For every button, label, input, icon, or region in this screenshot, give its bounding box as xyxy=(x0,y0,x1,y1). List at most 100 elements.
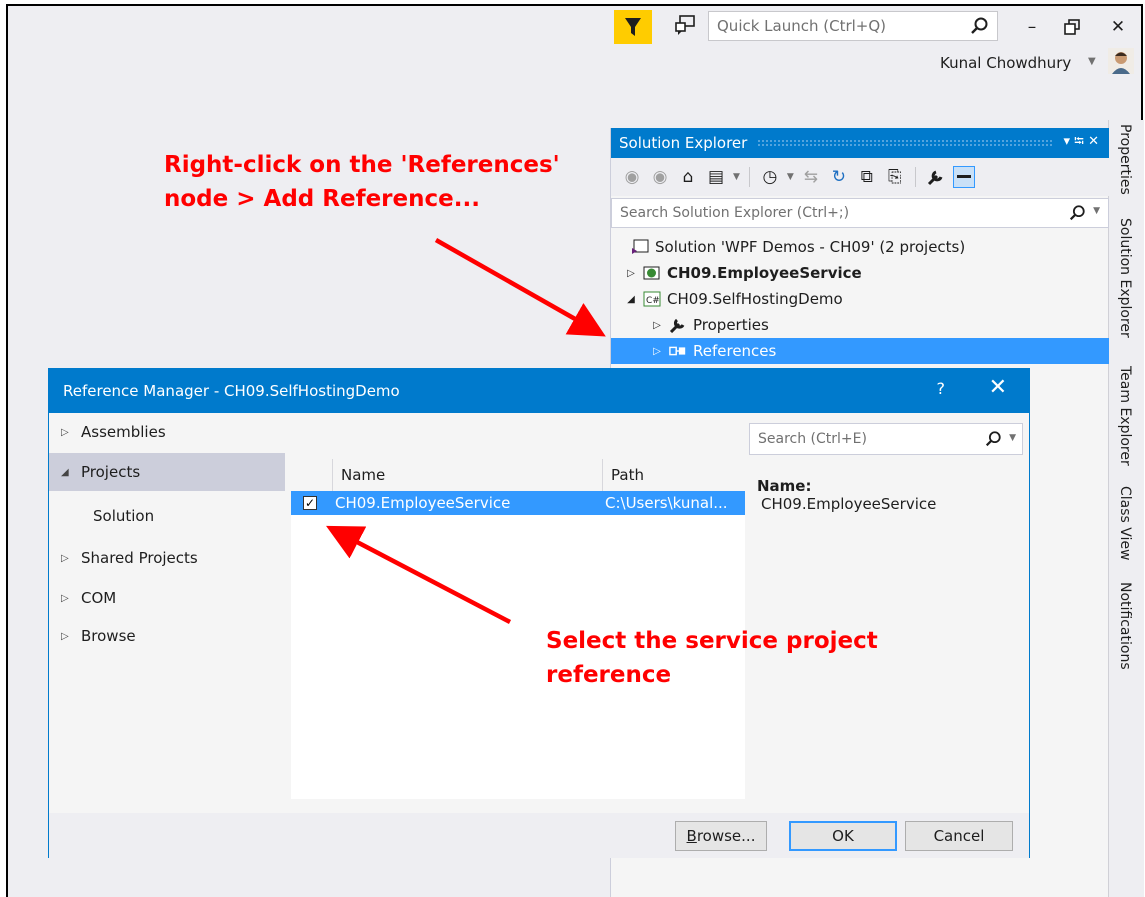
reference-detail: Name: CH09.EmployeeService xyxy=(757,477,936,513)
switch-views-icon[interactable]: ▤ xyxy=(705,166,727,188)
annotation-right-click: Right-click on the 'References' node > A… xyxy=(164,148,560,216)
toolbar-divider xyxy=(748,167,750,187)
expand-arrow-icon: ▷ xyxy=(61,552,69,564)
panel-window-controls[interactable]: ▾ ⭾ ✕ xyxy=(1064,132,1100,154)
close-window-button[interactable]: ✕ xyxy=(1098,10,1138,44)
quick-launch-input[interactable]: Quick Launch (Ctrl+Q) xyxy=(708,11,998,41)
solution-icon xyxy=(631,239,649,255)
nav-label: Browse xyxy=(81,627,136,645)
search-icon xyxy=(971,17,988,34)
checkbox-column-header xyxy=(291,459,333,491)
reference-checkbox[interactable]: ✓ xyxy=(303,496,317,510)
collapse-arrow-icon: ◢ xyxy=(61,466,69,478)
pending-changes-filter-icon[interactable]: ◷ xyxy=(759,166,781,188)
show-all-files-icon[interactable]: ⎘ xyxy=(884,166,906,188)
cancel-button[interactable]: Cancel xyxy=(905,821,1013,851)
tree-item-label: References xyxy=(693,342,777,360)
tree-item-label: Properties xyxy=(693,316,769,334)
nav-label: Projects xyxy=(81,463,141,481)
tree-item-label: Solution 'WPF Demos - CH09' (2 projects) xyxy=(655,238,966,256)
home-icon[interactable]: ⌂ xyxy=(677,166,699,188)
feedback-filter-button[interactable] xyxy=(614,10,652,44)
solution-explorer-search[interactable]: Search Solution Explorer (Ctrl+;) ▼ xyxy=(611,198,1109,228)
nav-solution[interactable]: Solution xyxy=(49,497,285,535)
nav-browse[interactable]: ▷ Browse xyxy=(49,617,285,655)
reference-search-input[interactable]: Search (Ctrl+E) ▼ xyxy=(749,423,1023,455)
expand-arrow-icon[interactable]: ▷ xyxy=(625,268,637,279)
dialog-title-bar: Reference Manager - CH09.SelfHostingDemo xyxy=(49,369,1029,413)
browse-label: rowse... xyxy=(696,827,756,845)
nav-label: Assemblies xyxy=(81,423,166,441)
dialog-title: Reference Manager - CH09.SelfHostingDemo xyxy=(63,382,400,400)
column-name[interactable]: Name xyxy=(333,459,603,491)
sync-icon[interactable]: ⇆ xyxy=(800,166,822,188)
tree-item-self-hosting-demo[interactable]: ◢ C# CH09.SelfHostingDemo xyxy=(611,286,1109,312)
chevron-down-icon[interactable]: ▼ xyxy=(787,172,794,182)
dialog-nav: ▷ Assemblies ◢ Projects Solution ▷ Share… xyxy=(49,413,285,813)
chevron-down-icon[interactable]: ▼ xyxy=(1009,433,1016,443)
search-placeholder: Search Solution Explorer (Ctrl+;) xyxy=(620,205,850,221)
tab-solution-explorer[interactable]: Solution Explorer xyxy=(1117,218,1133,338)
expand-arrow-icon[interactable]: ▷ xyxy=(651,320,663,331)
restore-button[interactable] xyxy=(1052,10,1092,44)
detail-label: Name: xyxy=(757,477,812,495)
row-name: CH09.EmployeeService xyxy=(335,494,511,512)
restore-icon xyxy=(1064,19,1080,35)
tree-item-label: CH09.SelfHostingDemo xyxy=(667,290,843,308)
chevron-down-icon[interactable]: ▼ xyxy=(1093,206,1100,216)
chevron-down-icon[interactable]: ▼ xyxy=(733,172,740,182)
tab-team-explorer[interactable]: Team Explorer xyxy=(1117,366,1133,466)
tab-notifications[interactable]: Notifications xyxy=(1117,582,1133,670)
properties-wrench-icon[interactable] xyxy=(925,166,947,188)
solution-explorer-toolbar: ◉ ◉ ⌂ ▤ ▼ ◷ ▼ ⇆ ↻ ⧉ ⎘ xyxy=(611,158,1109,196)
user-name[interactable]: Kunal Chowdhury xyxy=(940,54,1071,72)
expand-arrow-icon[interactable]: ▷ xyxy=(651,346,663,357)
annotation-line: Select the service project xyxy=(546,628,878,654)
solution-tree: Solution 'WPF Demos - CH09' (2 projects)… xyxy=(611,234,1109,364)
annotation-select-reference: Select the service project reference xyxy=(546,624,878,692)
back-icon[interactable]: ◉ xyxy=(621,166,643,188)
annotation-line: reference xyxy=(546,662,672,688)
help-button[interactable]: ? xyxy=(937,379,946,398)
toolbar-divider xyxy=(914,167,916,187)
tree-item-solution[interactable]: Solution 'WPF Demos - CH09' (2 projects) xyxy=(611,234,1109,260)
collapse-arrow-icon[interactable]: ◢ xyxy=(625,294,637,305)
avatar[interactable] xyxy=(1108,48,1134,74)
expand-arrow-icon: ▷ xyxy=(61,426,69,438)
forward-icon[interactable]: ◉ xyxy=(649,166,671,188)
browse-button[interactable]: Browse... xyxy=(675,821,767,851)
dialog-close-button[interactable]: ✕ xyxy=(989,375,1007,400)
chevron-down-icon[interactable]: ▼ xyxy=(1088,56,1096,67)
column-path[interactable]: Path xyxy=(603,459,745,491)
tree-item-references[interactable]: ▷ References xyxy=(611,338,1109,364)
dialog-footer: Browse... OK Cancel xyxy=(49,813,1029,858)
tree-item-employee-service[interactable]: ▷ CH09.EmployeeService xyxy=(611,260,1109,286)
nav-assemblies[interactable]: ▷ Assemblies xyxy=(49,413,285,451)
expand-arrow-icon: ▷ xyxy=(61,630,69,642)
tab-properties[interactable]: Properties xyxy=(1117,124,1133,195)
reference-manager-dialog: Reference Manager - CH09.SelfHostingDemo… xyxy=(48,368,1030,858)
nav-shared-projects[interactable]: ▷ Shared Projects xyxy=(49,539,285,577)
search-placeholder: Search (Ctrl+E) xyxy=(758,431,867,447)
nav-projects[interactable]: ◢ Projects xyxy=(49,453,285,491)
tree-item-properties[interactable]: ▷ Properties xyxy=(611,312,1109,338)
svg-text:C#: C# xyxy=(646,296,660,306)
side-tab-strip: Properties Solution Explorer Team Explor… xyxy=(1108,120,1144,897)
annotation-line: node > Add Reference... xyxy=(164,186,480,212)
refresh-icon[interactable]: ↻ xyxy=(828,166,850,188)
nav-label: COM xyxy=(81,589,117,607)
dialog-main: Search (Ctrl+E) ▼ Name Path ✓ CH09.Emplo… xyxy=(291,413,1029,813)
search-icon xyxy=(1069,205,1085,221)
ok-button[interactable]: OK xyxy=(789,821,897,851)
minimize-button[interactable]: – xyxy=(1012,10,1052,44)
tab-class-view[interactable]: Class View xyxy=(1117,486,1133,561)
nav-com[interactable]: ▷ COM xyxy=(49,579,285,617)
detail-value: CH09.EmployeeService xyxy=(761,495,937,513)
check-icon: ✓ xyxy=(304,496,316,510)
table-row[interactable]: ✓ CH09.EmployeeService C:\Users\kunal... xyxy=(291,491,745,515)
collapse-all-icon[interactable]: ⧉ xyxy=(856,166,878,188)
row-path: C:\Users\kunal... xyxy=(605,494,728,512)
send-feedback-icon[interactable] xyxy=(674,14,696,36)
solution-explorer-title-bar: Solution Explorer ▾ ⭾ ✕ xyxy=(611,128,1109,158)
preview-selected-icon[interactable] xyxy=(952,166,975,188)
